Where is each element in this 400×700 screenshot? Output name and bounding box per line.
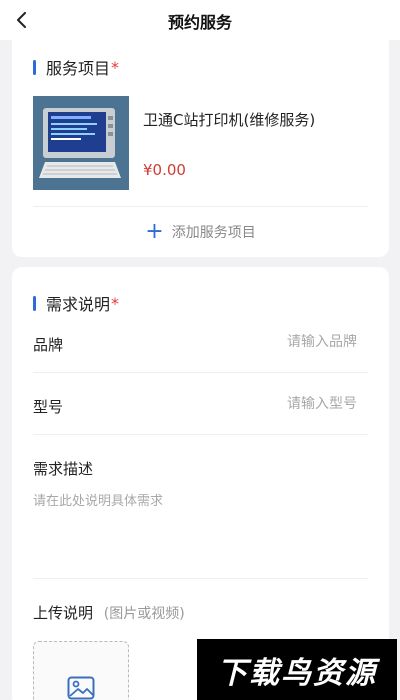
upload-label-text: 上传说明 xyxy=(33,604,94,622)
service-section-title: 服务项目 * xyxy=(33,55,119,79)
upload-hint: (图片或视频) xyxy=(103,606,185,622)
product-image[interactable] xyxy=(33,96,129,190)
model-label: 型号 xyxy=(33,398,64,416)
requirement-section-title: 需求说明 * xyxy=(33,291,119,315)
requirement-section-label: 需求说明 xyxy=(46,295,111,314)
divider xyxy=(33,434,368,435)
printer-illustration xyxy=(33,96,129,190)
section-accent-bar xyxy=(33,295,36,311)
requirement-card: 需求说明 * 品牌 型号 需求描述 上传说明 (图片或视频) xyxy=(12,267,389,700)
section-accent-bar xyxy=(33,59,36,75)
add-service-label: 添加服务项目 xyxy=(171,225,256,241)
description-textarea[interactable] xyxy=(33,490,366,570)
required-mark: * xyxy=(111,57,120,77)
model-input[interactable] xyxy=(217,396,357,412)
upload-button[interactable] xyxy=(33,641,129,700)
divider xyxy=(33,578,368,579)
service-section-label: 服务项目 xyxy=(46,59,111,78)
image-icon xyxy=(67,676,95,700)
divider xyxy=(33,206,368,207)
product-name: 卫通C站打印机(维修服务) xyxy=(143,111,316,129)
upload-label: 上传说明 (图片或视频) xyxy=(33,602,185,623)
brand-input[interactable] xyxy=(217,334,357,350)
add-service-button[interactable]: + 添加服务项目 xyxy=(12,219,389,244)
required-mark: * xyxy=(111,293,120,313)
brand-label: 品牌 xyxy=(33,336,64,354)
watermark-text: 下载鸟资源 xyxy=(217,655,377,691)
product-price: ¥0.00 xyxy=(143,161,186,179)
plus-icon: + xyxy=(145,219,164,244)
divider xyxy=(33,372,368,373)
page-title: 预约服务 xyxy=(167,13,232,32)
description-label: 需求描述 xyxy=(33,460,94,478)
service-card: 服务项目 * 卫通C站打印机(维修服务) ¥0.00 + 添加服务项目 xyxy=(12,40,389,257)
top-nav-bar: 预约服务 xyxy=(0,0,400,40)
watermark-logo: 下载鸟资源 xyxy=(197,639,397,700)
